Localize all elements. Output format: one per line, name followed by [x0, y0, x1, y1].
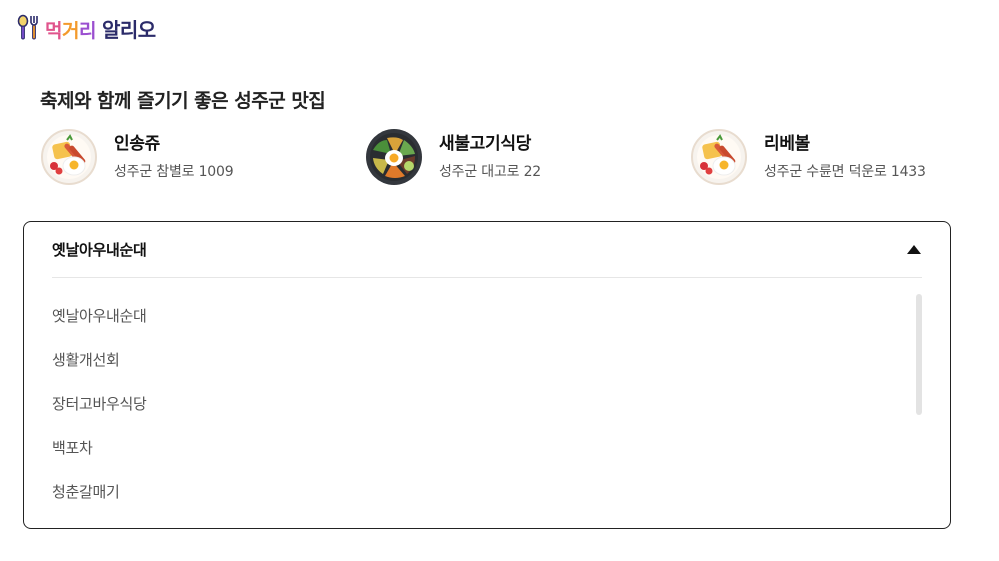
restaurant-select: 옛날아우내순대 옛날아우내순대 생활개선회 장터고바우식당 백포차 청춘갈매기 [23, 221, 951, 529]
restaurant-name: 인송쥬 [114, 134, 161, 154]
select-option[interactable]: 장터고바우식당 [52, 382, 922, 426]
scrollbar-thumb[interactable] [916, 294, 922, 415]
logo-char-1: 먹 [45, 19, 62, 42]
restaurant-card[interactable]: 리베볼 성주군 수륜면 덕운로 1433 [690, 127, 926, 187]
selected-value: 옛날아우내순대 [52, 241, 147, 259]
restaurant-list: 인송쥬 성주군 참별로 1009 새불고기식당 성주군 대고로 22 리베볼 성… [40, 127, 960, 187]
section-title: 축제와 함께 즐기기 좋은 성주군 맛집 [40, 90, 326, 112]
scrollbar[interactable] [916, 294, 922, 415]
restaurant-name: 새불고기식당 [439, 134, 532, 154]
logo-char-2: 거 [61, 19, 79, 42]
restaurant-address: 성주군 참별로 1009 [114, 164, 234, 180]
restaurant-info: 리베볼 성주군 수륜면 덕운로 1433 [764, 133, 926, 181]
logo[interactable]: 먹 거 리 알리오 [16, 13, 156, 43]
logo-char-3: 리 [78, 19, 96, 42]
select-options: 옛날아우내순대 생활개선회 장터고바우식당 백포차 청춘갈매기 [52, 294, 922, 516]
breakfast-plate-icon [691, 129, 747, 185]
restaurant-address: 성주군 수륜면 덕운로 1433 [764, 164, 926, 180]
breakfast-plate-icon [41, 129, 97, 185]
restaurant-card[interactable]: 새불고기식당 성주군 대고로 22 [365, 127, 541, 187]
restaurant-address: 성주군 대고로 22 [439, 164, 541, 180]
select-option[interactable]: 백포차 [52, 426, 922, 470]
spoon-fork-icon [17, 14, 38, 40]
bibimbap-bowl-icon [366, 129, 422, 185]
restaurant-info: 인송쥬 성주군 참별로 1009 [114, 133, 234, 181]
caret-up-icon[interactable] [906, 244, 922, 256]
restaurant-card[interactable]: 인송쥬 성주군 참별로 1009 [40, 127, 234, 187]
select-option[interactable]: 청춘갈매기 [52, 470, 922, 514]
select-option[interactable]: 생활개선회 [52, 338, 922, 382]
restaurant-info: 새불고기식당 성주군 대고로 22 [439, 133, 541, 181]
select-option[interactable]: 옛날아우내순대 [52, 294, 922, 338]
select-toggle[interactable]: 옛날아우내순대 [52, 222, 922, 278]
logo-wordmark: 먹 거 리 알리오 [45, 14, 156, 43]
logo-char-4: 알리오 [101, 17, 156, 42]
restaurant-name: 리베볼 [764, 134, 811, 154]
